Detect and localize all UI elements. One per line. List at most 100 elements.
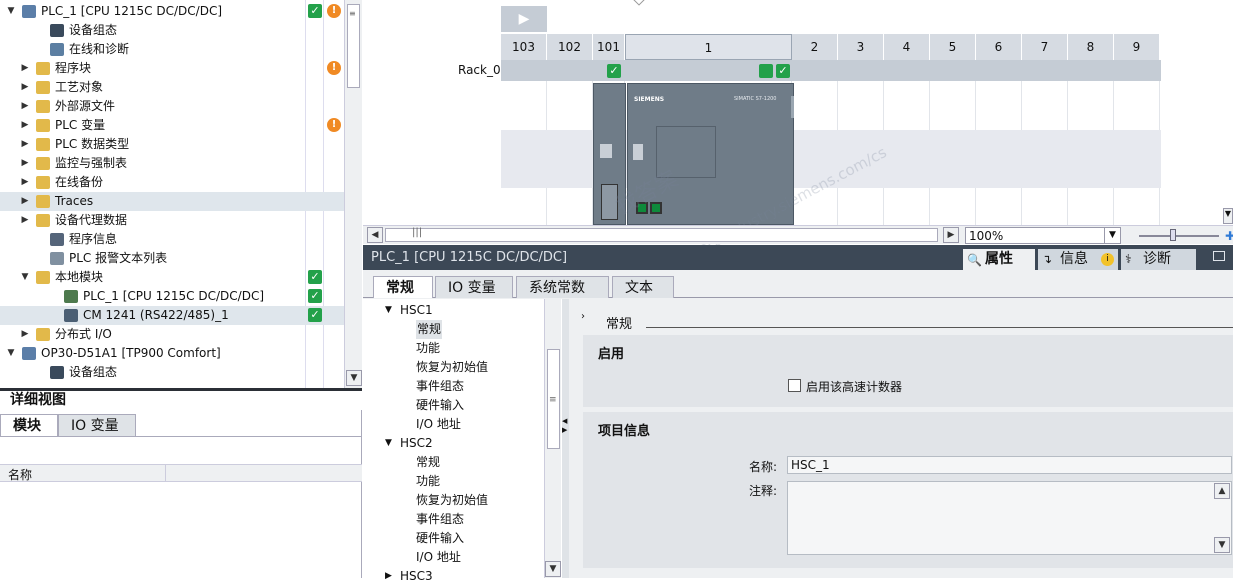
name-field[interactable]: HSC_1: [787, 456, 1232, 474]
expand-icon[interactable]: ▶: [20, 59, 30, 78]
folder-icon: [36, 328, 50, 341]
tree-item[interactable]: ▶ 外部源文件: [0, 97, 344, 116]
nav-label: 硬件输入: [416, 398, 465, 412]
tree-item-label: PLC 变量: [55, 118, 106, 132]
comment-field[interactable]: ▲ ▼: [787, 481, 1232, 555]
nav-label: I/O 地址: [416, 550, 461, 564]
nav-scrollbar[interactable]: ≡ ▼: [544, 299, 561, 578]
expand-icon[interactable]: ▶: [20, 135, 30, 154]
ok-check-icon: ✓: [308, 289, 322, 303]
column-header-name[interactable]: 名称: [8, 466, 32, 483]
enable-hsc-checkbox[interactable]: [788, 379, 801, 392]
slot-header[interactable]: 102: [547, 34, 593, 60]
ok-check-icon: ✓: [308, 4, 322, 18]
zoom-slider[interactable]: [1139, 235, 1219, 237]
slot-header[interactable]: 2: [792, 34, 838, 60]
zoom-select[interactable]: 100% ▼: [965, 227, 1121, 244]
expand-icon[interactable]: ▶: [20, 154, 30, 173]
slot-header[interactable]: 3: [838, 34, 884, 60]
tree-item[interactable]: PLC_1 [CPU 1215C DC/DC/DC]: [0, 287, 344, 306]
tree-item[interactable]: 程序信息: [0, 230, 344, 249]
tree-item-label: 在线备份: [55, 175, 104, 189]
panel-splitter[interactable]: ◀ ▶: [562, 299, 569, 578]
tab-info[interactable]: ↴ 信息 i: [1038, 249, 1118, 270]
tab-modules[interactable]: 模块: [0, 414, 58, 436]
collapse-icon[interactable]: ▼: [385, 434, 392, 453]
tab-io-tags[interactable]: IO 变量: [435, 276, 513, 298]
tree-item[interactable]: ▶ PLC 数据类型: [0, 135, 344, 154]
slot-header[interactable]: 7: [1022, 34, 1068, 60]
tree-item[interactable]: 在线和诊断: [0, 40, 344, 59]
tree-item[interactable]: ▼ OP30-D51A1 [TP900 Comfort]: [0, 344, 344, 363]
tree-item[interactable]: 设备组态: [0, 363, 344, 382]
tab-general[interactable]: 常规: [373, 276, 433, 298]
scroll-down-icon[interactable]: ▼: [1214, 537, 1230, 553]
tree-item[interactable]: ▶ PLC 变量: [0, 116, 344, 135]
tree-item-label: 监控与强制表: [55, 156, 128, 170]
expand-icon[interactable]: ▶: [20, 116, 30, 135]
scroll-left-icon[interactable]: ◀: [367, 227, 383, 243]
tree-item[interactable]: ▶ Traces: [0, 192, 344, 211]
scroll-down-icon[interactable]: ▼: [545, 561, 561, 577]
zoom-slider-handle[interactable]: [1170, 229, 1176, 241]
tab-properties[interactable]: 🔍 属性: [963, 249, 1035, 270]
maximize-icon[interactable]: [1213, 251, 1225, 261]
scroll-up-icon[interactable]: ▲: [1214, 483, 1230, 499]
tree-item[interactable]: 设备组态: [0, 21, 344, 40]
folder-icon: [36, 195, 50, 208]
tree-item[interactable]: ▶ 工艺对象: [0, 78, 344, 97]
detail-view: 详细视图 模块 IO 变量 名称: [0, 388, 362, 578]
expand-icon[interactable]: ▶: [20, 325, 30, 344]
expand-icon[interactable]: ▶: [20, 192, 30, 211]
expand-icon[interactable]: ▶: [20, 173, 30, 192]
tab-texts[interactable]: 文本: [612, 276, 674, 298]
nav-label: 功能: [416, 341, 441, 355]
ok-check-icon: ✓: [776, 64, 790, 78]
alarm-text-icon: [50, 252, 64, 265]
rack-expand-icon[interactable]: ▶: [501, 6, 547, 32]
slot-header[interactable]: 9: [1114, 34, 1160, 60]
slot-header[interactable]: 6: [976, 34, 1022, 60]
folder-icon: [36, 62, 50, 75]
scroll-down-icon[interactable]: ▼: [1223, 208, 1233, 224]
enable-title: 启用: [598, 347, 625, 362]
expand-icon[interactable]: ▶: [20, 97, 30, 116]
tab-diagnostics[interactable]: ⚕ 诊断: [1121, 249, 1196, 270]
scroll-down-icon[interactable]: ▼: [346, 370, 362, 386]
slot-header[interactable]: 4: [884, 34, 930, 60]
device-view-canvas: ▶ 103 102 101 1 2 3 4 5 6 7 8 9 Rack_0 ✓ ✓ SIEMENS …: [363, 0, 1233, 275]
slot-header[interactable]: 101: [593, 34, 625, 60]
scroll-right-icon[interactable]: ▶: [943, 227, 959, 243]
folder-icon: [36, 119, 50, 132]
slot-header[interactable]: 5: [930, 34, 976, 60]
tree-item[interactable]: ▶ 设备代理数据: [0, 211, 344, 230]
slot-header[interactable]: 103: [501, 34, 547, 60]
expand-icon[interactable]: ▶: [20, 78, 30, 97]
tree-item[interactable]: PLC 报警文本列表: [0, 249, 344, 268]
nav-label: 恢复为初始值: [416, 360, 489, 374]
tree-item[interactable]: ▼ PLC_1 [CPU 1215C DC/DC/DC]: [0, 2, 344, 21]
tree-item[interactable]: ▼ 本地模块: [0, 268, 344, 287]
tree-item[interactable]: ▶ 分布式 I/O: [0, 325, 344, 344]
tab-system-constants[interactable]: 系统常数: [516, 276, 609, 298]
slot-header[interactable]: 1: [625, 34, 792, 60]
zoom-fit-icon[interactable]: ✚: [1225, 229, 1233, 243]
collapse-icon[interactable]: ▼: [6, 344, 16, 363]
tab-io-tags[interactable]: IO 变量: [58, 414, 136, 436]
properties-panel: PLC_1 [CPU 1215C DC/DC/DC] 🔍 属性 ↴ 信息 i ⚕ 诊断…: [363, 245, 1233, 583]
expand-icon[interactable]: ▶: [385, 567, 392, 586]
tree-item-label: 在线和诊断: [69, 42, 130, 56]
collapse-icon[interactable]: ▼: [385, 301, 392, 320]
tree-item[interactable]: ▶ 在线备份: [0, 173, 344, 192]
tree-item[interactable]: ▶ 程序块: [0, 59, 344, 78]
scroll-thumb[interactable]: |||: [385, 227, 938, 242]
horizontal-scrollbar[interactable]: ◀ ||| ▶ 100% ▼ ✚: [363, 225, 1233, 244]
expand-icon[interactable]: ▶: [20, 211, 30, 230]
collapse-icon[interactable]: ▼: [20, 268, 30, 287]
tree-item[interactable]: ▶ 监控与强制表: [0, 154, 344, 173]
properties-title: PLC_1 [CPU 1215C DC/DC/DC]: [371, 250, 568, 265]
collapse-icon[interactable]: ▼: [6, 2, 16, 21]
slot-header[interactable]: 8: [1068, 34, 1114, 60]
tree-scrollbar[interactable]: ≡ ▼: [344, 0, 362, 388]
tree-item[interactable]: CM 1241 (RS422/485)_1: [0, 306, 344, 325]
